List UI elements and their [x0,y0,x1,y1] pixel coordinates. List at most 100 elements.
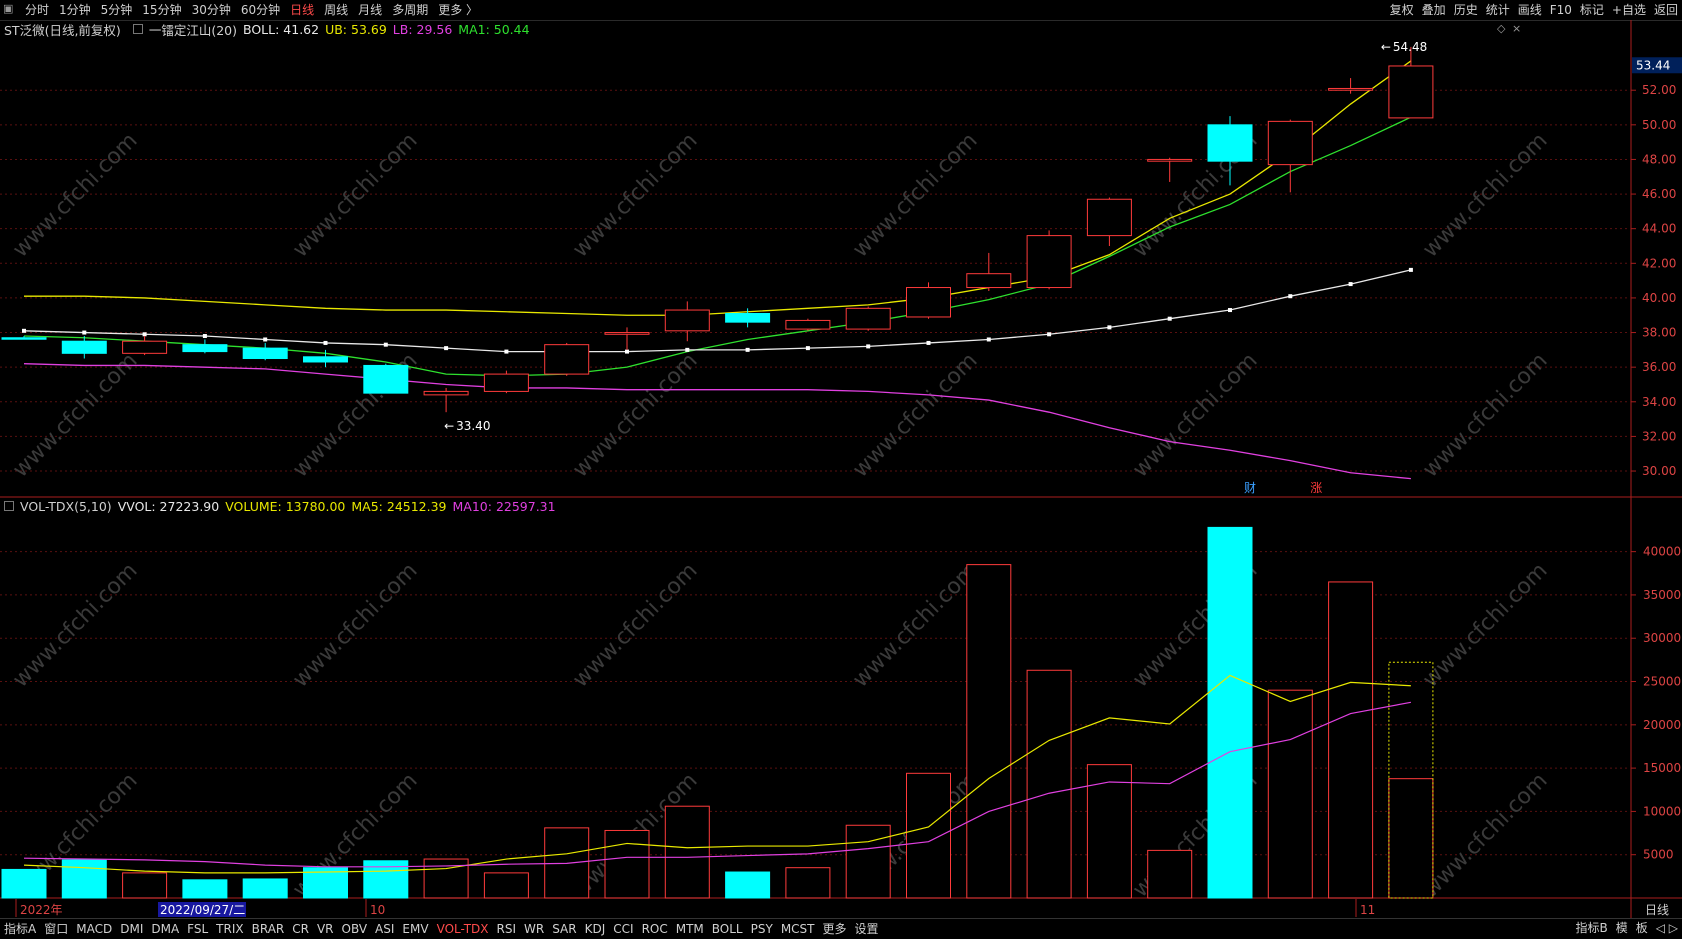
candle-body[interactable] [1388,65,1434,119]
indicator-tab-8[interactable]: OBV [338,920,372,939]
indicator-tab-9[interactable]: ASI [371,920,398,939]
volume-bar[interactable] [483,872,529,899]
volume-bar[interactable] [122,872,168,899]
candle-body[interactable] [725,313,771,323]
indicator-tab-14[interactable]: SAR [548,920,580,939]
volume-bar[interactable] [242,878,288,899]
indicator-tab-2[interactable]: DMA [147,920,183,939]
indicator-tab-22[interactable]: 更多 [819,920,851,939]
indicator-tab-23[interactable]: 设置 [851,920,883,939]
event-tag[interactable]: 涨 [1310,480,1322,495]
indicator-bar-right-item-2[interactable]: 板 [1632,919,1652,939]
volume-bar[interactable] [1026,669,1072,899]
volume-bar[interactable] [61,859,107,899]
candle-body[interactable] [1328,87,1374,91]
volume-bar[interactable] [604,829,650,899]
candle-body[interactable] [1026,235,1072,289]
volume-bar[interactable] [906,772,951,899]
indicator-bar-right-item-0[interactable]: 指标B [1571,919,1611,939]
candle-body[interactable] [1,337,47,340]
boll-dot [926,340,931,345]
candle-body[interactable] [966,273,1012,289]
candle-body[interactable] [664,309,710,332]
indicator-tab-0[interactable]: MACD [72,920,116,939]
volume-bar[interactable] [725,871,771,899]
volume-tick-label: 15000 [1643,761,1681,775]
volume-bar[interactable] [182,879,228,899]
indicator-tab-11[interactable]: VOL-TDX [433,920,493,939]
low-arrow-icon: ← [444,419,454,433]
volume-bar[interactable] [1328,581,1374,899]
event-tag[interactable]: 财 [1244,481,1256,495]
current-price-label: 53.44 [1636,58,1670,72]
volume-bar[interactable] [966,564,1012,899]
volume-tick-label: 40000 [1643,545,1681,559]
high-arrow-icon: ← [1381,40,1391,54]
indicator-bar-right-item-1[interactable]: 模 [1612,919,1632,939]
price-tick-label: 52.00 [1642,83,1676,97]
candle-body[interactable] [1267,120,1313,166]
price-tick-label: 42.00 [1642,256,1676,270]
indicator-tab-17[interactable]: ROC [638,920,672,939]
volume-tick-label: 35000 [1643,588,1681,602]
indicator-tab-6[interactable]: CR [288,920,313,939]
indicator-tab-19[interactable]: BOLL [708,920,747,939]
indicator-tab-1[interactable]: DMI [116,920,147,939]
indicator-tab-12[interactable]: RSI [493,920,521,939]
indicator-tab-20[interactable]: PSY [747,920,777,939]
watermark-text: www.cfchi.com [848,348,982,482]
candle-body[interactable] [845,307,891,330]
volume-bar[interactable] [423,858,469,899]
indicator-tab-18[interactable]: MTM [672,920,708,939]
candle-body[interactable] [242,347,288,360]
candle-body[interactable] [1147,158,1193,162]
candle-body[interactable] [906,287,951,318]
volume-bar[interactable] [845,824,891,899]
price-tick-label: 40.00 [1642,291,1676,305]
scroll-arrows-icon[interactable]: ◁ ▷ [1652,919,1682,939]
candle-body[interactable] [785,319,831,330]
boll-dot [323,340,328,345]
indicator-tab-5[interactable]: BRAR [248,920,289,939]
period-label: 日线 [1645,903,1669,917]
boll-dot [142,332,147,337]
candle-body[interactable] [1207,124,1253,162]
x-axis-label: 2022年 [20,903,63,917]
volume-bar[interactable] [1388,778,1434,899]
candle-body[interactable] [61,340,107,354]
boll-dot [1167,316,1172,321]
volume-bar[interactable] [785,867,831,899]
indicator-tab-3[interactable]: FSL [183,920,212,939]
watermark-text: www.cfchi.com [288,558,422,692]
volume-bar[interactable] [1207,526,1253,899]
indicator-tab-21[interactable]: MCST [777,920,819,939]
chart-area[interactable]: 52.00 50.00 48.00 46.00 44.00 42.00 40.00 38.00… [0,0,1682,938]
indicator-tab-15[interactable]: KDJ [581,920,610,939]
boll-dot [745,347,750,352]
volume-bar[interactable] [1,868,47,899]
indicator-tab-7[interactable]: VR [313,920,338,939]
price-tick-label: 50.00 [1642,118,1676,132]
boll-dot [82,330,87,335]
candle-body[interactable] [363,364,409,394]
volume-tick-label: 20000 [1643,718,1681,732]
volume-bar[interactable] [1267,689,1313,899]
indicator-a-tab[interactable]: 指标A [0,920,40,939]
volume-bar[interactable] [1147,849,1193,899]
window-tab[interactable]: 窗口 [40,920,72,939]
candle-body[interactable] [122,340,168,354]
watermark-text: www.cfchi.com [848,128,982,262]
boll-dot [1228,308,1232,313]
candle-body[interactable] [544,344,590,375]
indicator-tab-10[interactable]: EMV [398,920,432,939]
candle-body[interactable] [604,332,650,335]
candle-body[interactable] [303,356,348,363]
volume-bar[interactable] [664,805,710,899]
indicator-tab-16[interactable]: CCI [609,920,637,939]
candle-body[interactable] [1086,198,1132,237]
candle-body[interactable] [483,373,529,392]
indicator-tab-4[interactable]: TRIX [212,920,247,939]
candle-body[interactable] [423,390,469,396]
indicator-tab-13[interactable]: WR [520,920,548,939]
candle-body[interactable] [182,344,228,353]
